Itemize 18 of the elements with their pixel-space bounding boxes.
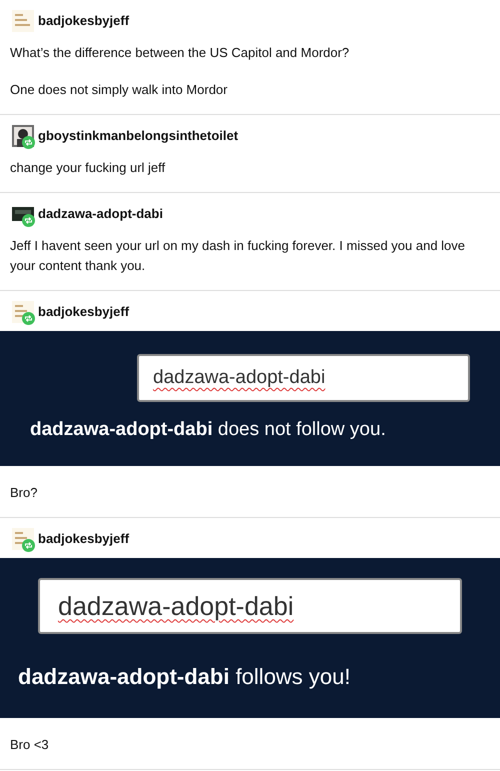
post-text: One does not simply walk into Mordor xyxy=(9,81,228,99)
reblog-icon xyxy=(22,214,35,227)
username[interactable]: badjokesbyjeff xyxy=(38,11,130,31)
reblog-icon xyxy=(22,136,35,149)
post-text: Bro? xyxy=(9,484,38,502)
follow-status: dadzawa-adopt-dabi follows you! xyxy=(18,663,352,691)
follow-status: dadzawa-adopt-dabi does not follow you. xyxy=(30,418,387,442)
post-text: Bro <3 xyxy=(9,736,50,754)
post-text: change your fucking url jeff xyxy=(9,159,166,177)
post-text: Jeff I havent seen your url on my dash in fucking forever. I missed you and love your content thank you. xyxy=(9,237,466,275)
logo-icon xyxy=(12,10,34,32)
username[interactable]: dadzawa-adopt-dabi xyxy=(38,204,163,224)
reblog-icon xyxy=(22,312,35,325)
username[interactable]: badjokesbyjeff xyxy=(38,529,130,549)
reblog-icon xyxy=(22,539,35,552)
username[interactable]: badjokesbyjeff xyxy=(38,302,130,322)
username[interactable]: gboystinkmanbelongsinthetoilet xyxy=(38,126,238,146)
post-text: What’s the difference between the US Capitol and Mordor? xyxy=(9,44,350,62)
